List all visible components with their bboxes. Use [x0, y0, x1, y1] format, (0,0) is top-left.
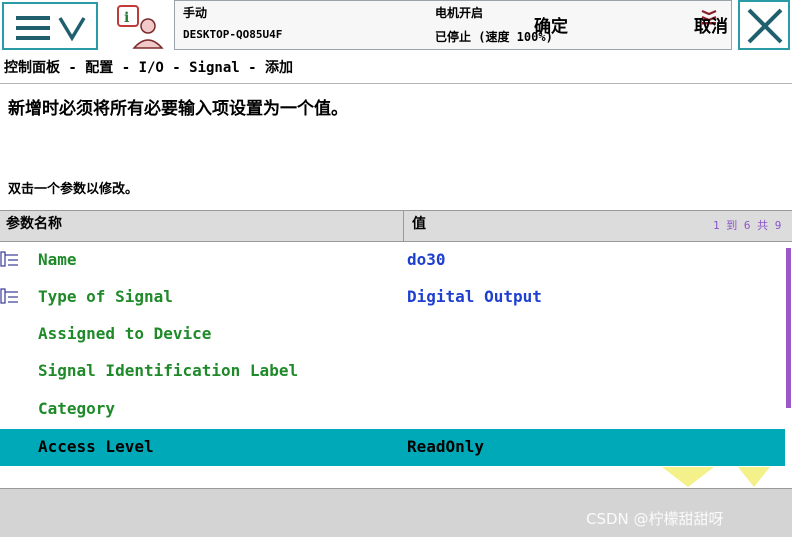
- param-name: Assigned to Device: [38, 324, 212, 343]
- operation-mode: 手动: [183, 6, 208, 20]
- table-row[interactable]: Type of Signal Digital Output: [0, 279, 785, 316]
- robot-info-icon[interactable]: i: [114, 4, 164, 50]
- svg-text:i: i: [124, 10, 129, 26]
- top-bar: i 手动 DESKTOP-QO85U4F 电机开启 已停止 (速度 100%): [0, 0, 792, 56]
- system-hostname: DESKTOP-QO85U4F: [183, 28, 283, 41]
- param-name: Type of Signal: [38, 287, 173, 306]
- page-info: 1 到 6 共 9: [713, 219, 782, 232]
- scroll-end-arrow-icon[interactable]: [736, 467, 772, 489]
- cancel-button[interactable]: 取消: [694, 12, 728, 37]
- table-row-selected[interactable]: Access Level ReadOnly: [0, 429, 785, 466]
- column-header-value: 值: [412, 216, 426, 232]
- main-menu-button[interactable]: [2, 2, 98, 50]
- table-header: 参数名称 值 1 到 6 共 9: [0, 210, 792, 242]
- param-value: Digital Output: [407, 287, 542, 306]
- watermark: CSDN @柠檬甜甜呀: [586, 510, 724, 528]
- param-value: do30: [407, 250, 446, 269]
- table-row[interactable]: Name do30: [0, 242, 785, 279]
- table-row[interactable]: Signal Identification Label: [0, 353, 785, 390]
- scrollbar-thumb[interactable]: [786, 248, 791, 408]
- required-param-icon: [0, 288, 18, 304]
- instruction-message: 新增时必须将所有必要输入项设置为一个值。: [8, 99, 348, 119]
- breadcrumb: 控制面板 - 配置 - I/O - Signal - 添加: [0, 56, 792, 84]
- table-row[interactable]: Assigned to Device: [0, 316, 785, 353]
- param-value: ReadOnly: [407, 437, 485, 456]
- column-header-parameter-name: 参数名称: [6, 216, 62, 232]
- param-name: Name: [38, 250, 77, 269]
- param-name: Access Level: [38, 437, 154, 456]
- required-param-icon: [0, 251, 18, 267]
- hint-message: 双击一个参数以修改。: [8, 182, 139, 197]
- close-icon: [747, 8, 783, 44]
- menu-icon: [16, 16, 86, 42]
- param-name: Category: [38, 399, 116, 418]
- table-row[interactable]: Category: [0, 391, 785, 428]
- status-panel[interactable]: 手动 DESKTOP-QO85U4F 电机开启 已停止 (速度 100%): [174, 0, 732, 50]
- chevron-down-icon: [58, 17, 86, 42]
- close-button[interactable]: [738, 0, 790, 50]
- column-divider: [403, 211, 404, 241]
- motor-state: 电机开启: [435, 6, 484, 20]
- ok-button[interactable]: 确定: [534, 12, 568, 37]
- scroll-down-arrow-icon[interactable]: [660, 467, 716, 489]
- param-name: Signal Identification Label: [38, 361, 299, 380]
